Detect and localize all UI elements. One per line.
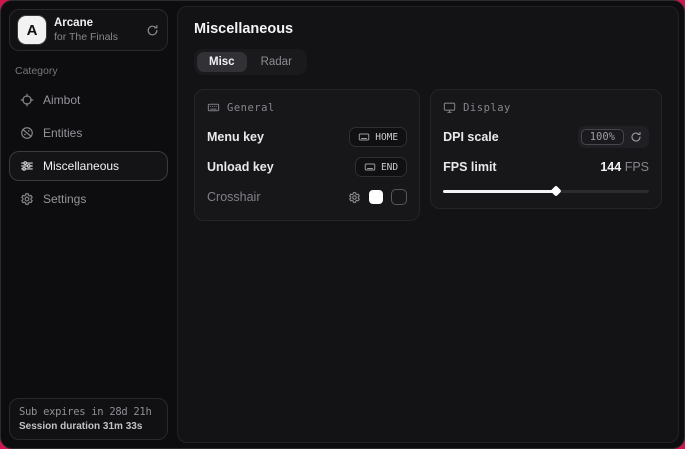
general-card-title: General	[227, 102, 275, 114]
keyboard-icon	[364, 161, 376, 173]
sidebar-item-label: Miscellaneous	[43, 159, 119, 173]
fps-limit-slider[interactable]	[443, 185, 649, 197]
sidebar-nav: Aimbot Entities Miscellaneous	[9, 85, 168, 214]
fps-limit-value: 144 FPS	[600, 160, 649, 174]
sliders-icon	[19, 159, 34, 173]
unload-key-label: Unload key	[207, 160, 274, 174]
entities-icon	[19, 126, 34, 140]
fps-limit-label: FPS limit	[443, 160, 496, 174]
main-panel: Miscellaneous Misc Radar General Menu ke…	[177, 6, 679, 443]
crosshair-color-swatch[interactable]	[369, 190, 383, 204]
fps-number: 144	[600, 160, 621, 174]
dpi-scale-control[interactable]: 100%	[578, 126, 649, 148]
crosshair-settings-gear-icon[interactable]	[348, 191, 361, 204]
tab-radar[interactable]: Radar	[249, 52, 304, 72]
profile-meta: Arcane for The Finals	[54, 17, 138, 42]
category-label: Category	[15, 65, 162, 77]
menu-key-label: Menu key	[207, 130, 264, 144]
sidebar-item-label: Entities	[43, 126, 82, 140]
refresh-icon[interactable]	[146, 24, 159, 37]
general-card: General Menu key HOME Unload key	[194, 89, 420, 221]
unload-key-row: Unload key END	[207, 155, 407, 179]
dpi-scale-row: DPI scale 100%	[443, 125, 649, 149]
menu-key-bind-button[interactable]: HOME	[349, 127, 407, 147]
sidebar-item-aimbot[interactable]: Aimbot	[9, 85, 168, 115]
page-title: Miscellaneous	[194, 21, 662, 37]
menu-key-value: HOME	[375, 132, 398, 143]
cards-row: General Menu key HOME Unload key	[194, 89, 662, 221]
crosshair-icon	[19, 93, 34, 107]
keyboard-icon	[358, 131, 370, 143]
unload-key-value: END	[381, 162, 398, 173]
dpi-reset-icon[interactable]	[630, 131, 642, 143]
sub-expires-text: Sub expires in 28d 21h	[19, 406, 158, 418]
general-card-header: General	[207, 101, 407, 114]
sidebar: A Arcane for The Finals Category Aimbot	[1, 1, 176, 448]
app-subtitle: for The Finals	[54, 31, 138, 43]
sidebar-item-label: Settings	[43, 192, 86, 206]
sidebar-item-miscellaneous[interactable]: Miscellaneous	[9, 151, 168, 181]
subscription-card: Sub expires in 28d 21h Session duration …	[9, 398, 168, 440]
gear-icon	[19, 192, 34, 206]
session-duration-text: Session duration 31m 33s	[19, 421, 158, 432]
dpi-scale-value[interactable]: 100%	[581, 129, 624, 145]
fps-slider-thumb[interactable]	[551, 185, 562, 196]
fps-unit: FPS	[625, 160, 649, 174]
crosshair-label: Crosshair	[207, 190, 261, 204]
tab-misc[interactable]: Misc	[197, 52, 247, 72]
menu-key-row: Menu key HOME	[207, 125, 407, 149]
monitor-icon	[443, 101, 456, 114]
sidebar-item-label: Aimbot	[43, 93, 80, 107]
unload-key-bind-button[interactable]: END	[355, 157, 407, 177]
display-card: Display DPI scale 100% FPS limit	[430, 89, 662, 209]
sidebar-item-entities[interactable]: Entities	[9, 118, 168, 148]
sidebar-item-settings[interactable]: Settings	[9, 184, 168, 214]
avatar: A	[18, 16, 46, 44]
crosshair-checkbox[interactable]	[391, 189, 407, 205]
dpi-scale-label: DPI scale	[443, 130, 499, 144]
profile-card[interactable]: A Arcane for The Finals	[9, 9, 168, 51]
crosshair-controls	[348, 189, 407, 205]
display-card-title: Display	[463, 102, 511, 114]
keyboard-icon	[207, 101, 220, 114]
app-name: Arcane	[54, 17, 138, 30]
tab-bar: Misc Radar	[194, 49, 307, 75]
fps-slider-fill	[443, 190, 556, 193]
app-window: A Arcane for The Finals Category Aimbot	[0, 0, 685, 449]
crosshair-row: Crosshair	[207, 185, 407, 209]
display-card-header: Display	[443, 101, 649, 114]
fps-limit-row: FPS limit 144 FPS	[443, 155, 649, 179]
